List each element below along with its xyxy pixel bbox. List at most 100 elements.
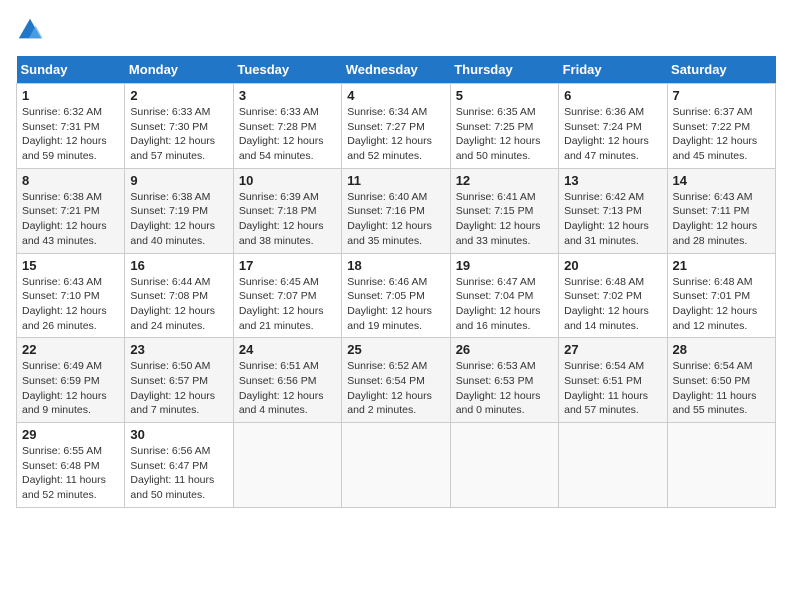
weekday-header-monday: Monday <box>125 56 233 84</box>
day-info: Sunrise: 6:33 AMSunset: 7:28 PMDaylight:… <box>239 105 336 164</box>
day-info: Sunrise: 6:33 AMSunset: 7:30 PMDaylight:… <box>130 105 227 164</box>
calendar-cell: 22 Sunrise: 6:49 AMSunset: 6:59 PMDayligh… <box>17 338 125 423</box>
calendar-cell: 25 Sunrise: 6:52 AMSunset: 6:54 PMDayligh… <box>342 338 450 423</box>
weekday-header-friday: Friday <box>559 56 667 84</box>
day-info: Sunrise: 6:35 AMSunset: 7:25 PMDaylight:… <box>456 105 553 164</box>
calendar-week-row: 22 Sunrise: 6:49 AMSunset: 6:59 PMDayligh… <box>17 338 776 423</box>
day-number: 30 <box>130 427 227 442</box>
calendar-cell: 24Sunrise: 6:51 AMSunset: 6:56 PMDayligh… <box>233 338 341 423</box>
day-info: Sunrise: 6:49 AMSunset: 6:59 PMDaylight:… <box>22 359 119 418</box>
day-number: 8 <box>22 173 119 188</box>
calendar-cell: 28 Sunrise: 6:54 AMSunset: 6:50 PMDayligh… <box>667 338 775 423</box>
weekday-header-thursday: Thursday <box>450 56 558 84</box>
logo <box>16 16 48 44</box>
calendar-week-row: 15 Sunrise: 6:43 AMSunset: 7:10 PMDayligh… <box>17 253 776 338</box>
calendar-cell: 21 Sunrise: 6:48 AMSunset: 7:01 PMDayligh… <box>667 253 775 338</box>
calendar-cell: 1 Sunrise: 6:32 AMSunset: 7:31 PMDaylight… <box>17 84 125 169</box>
day-number: 23 <box>130 342 227 357</box>
day-info: Sunrise: 6:53 AMSunset: 6:53 PMDaylight:… <box>456 359 553 418</box>
day-info: Sunrise: 6:42 AMSunset: 7:13 PMDaylight:… <box>564 190 661 249</box>
weekday-header-sunday: Sunday <box>17 56 125 84</box>
calendar-cell: 7Sunrise: 6:37 AMSunset: 7:22 PMDaylight… <box>667 84 775 169</box>
calendar-cell: 5Sunrise: 6:35 AMSunset: 7:25 PMDaylight… <box>450 84 558 169</box>
calendar-cell: 9 Sunrise: 6:38 AMSunset: 7:19 PMDaylight… <box>125 168 233 253</box>
day-number: 28 <box>673 342 770 357</box>
day-number: 4 <box>347 88 444 103</box>
calendar-table: SundayMondayTuesdayWednesdayThursdayFrid… <box>16 56 776 508</box>
calendar-cell: 16Sunrise: 6:44 AMSunset: 7:08 PMDayligh… <box>125 253 233 338</box>
weekday-header-tuesday: Tuesday <box>233 56 341 84</box>
calendar-cell <box>233 423 341 508</box>
calendar-cell: 15 Sunrise: 6:43 AMSunset: 7:10 PMDayligh… <box>17 253 125 338</box>
calendar-cell: 6 Sunrise: 6:36 AMSunset: 7:24 PMDaylight… <box>559 84 667 169</box>
day-number: 6 <box>564 88 661 103</box>
day-info: Sunrise: 6:55 AMSunset: 6:48 PMDaylight:… <box>22 444 119 503</box>
day-number: 7 <box>673 88 770 103</box>
day-number: 25 <box>347 342 444 357</box>
calendar-week-row: 1 Sunrise: 6:32 AMSunset: 7:31 PMDaylight… <box>17 84 776 169</box>
day-info: Sunrise: 6:41 AMSunset: 7:15 PMDaylight:… <box>456 190 553 249</box>
day-number: 1 <box>22 88 119 103</box>
calendar-cell: 19 Sunrise: 6:47 AMSunset: 7:04 PMDayligh… <box>450 253 558 338</box>
day-number: 26 <box>456 342 553 357</box>
day-number: 22 <box>22 342 119 357</box>
day-number: 29 <box>22 427 119 442</box>
calendar-cell: 17 Sunrise: 6:45 AMSunset: 7:07 PMDayligh… <box>233 253 341 338</box>
day-info: Sunrise: 6:56 AMSunset: 6:47 PMDaylight:… <box>130 444 227 503</box>
day-info: Sunrise: 6:43 AMSunset: 7:10 PMDaylight:… <box>22 275 119 334</box>
day-number: 2 <box>130 88 227 103</box>
day-info: Sunrise: 6:32 AMSunset: 7:31 PMDaylight:… <box>22 105 119 164</box>
day-number: 24 <box>239 342 336 357</box>
day-number: 18 <box>347 258 444 273</box>
day-info: Sunrise: 6:47 AMSunset: 7:04 PMDaylight:… <box>456 275 553 334</box>
calendar-cell <box>450 423 558 508</box>
page-header <box>16 16 776 44</box>
calendar-cell: 14Sunrise: 6:43 AMSunset: 7:11 PMDayligh… <box>667 168 775 253</box>
calendar-cell: 27Sunrise: 6:54 AMSunset: 6:51 PMDayligh… <box>559 338 667 423</box>
day-info: Sunrise: 6:34 AMSunset: 7:27 PMDaylight:… <box>347 105 444 164</box>
day-info: Sunrise: 6:48 AMSunset: 7:01 PMDaylight:… <box>673 275 770 334</box>
calendar-cell: 13 Sunrise: 6:42 AMSunset: 7:13 PMDayligh… <box>559 168 667 253</box>
day-number: 13 <box>564 173 661 188</box>
logo-icon <box>16 16 44 44</box>
calendar-cell <box>667 423 775 508</box>
calendar-cell: 20 Sunrise: 6:48 AMSunset: 7:02 PMDayligh… <box>559 253 667 338</box>
day-number: 15 <box>22 258 119 273</box>
day-number: 14 <box>673 173 770 188</box>
day-info: Sunrise: 6:45 AMSunset: 7:07 PMDaylight:… <box>239 275 336 334</box>
day-number: 9 <box>130 173 227 188</box>
calendar-cell: 23 Sunrise: 6:50 AMSunset: 6:57 PMDayligh… <box>125 338 233 423</box>
day-number: 27 <box>564 342 661 357</box>
day-number: 10 <box>239 173 336 188</box>
day-number: 3 <box>239 88 336 103</box>
weekday-header-saturday: Saturday <box>667 56 775 84</box>
day-info: Sunrise: 6:46 AMSunset: 7:05 PMDaylight:… <box>347 275 444 334</box>
day-info: Sunrise: 6:38 AMSunset: 7:19 PMDaylight:… <box>130 190 227 249</box>
day-info: Sunrise: 6:40 AMSunset: 7:16 PMDaylight:… <box>347 190 444 249</box>
day-info: Sunrise: 6:48 AMSunset: 7:02 PMDaylight:… <box>564 275 661 334</box>
calendar-cell: 26 Sunrise: 6:53 AMSunset: 6:53 PMDayligh… <box>450 338 558 423</box>
day-info: Sunrise: 6:52 AMSunset: 6:54 PMDaylight:… <box>347 359 444 418</box>
calendar-week-row: 8 Sunrise: 6:38 AMSunset: 7:21 PMDaylight… <box>17 168 776 253</box>
calendar-cell <box>559 423 667 508</box>
calendar-cell: 4 Sunrise: 6:34 AMSunset: 7:27 PMDaylight… <box>342 84 450 169</box>
day-number: 21 <box>673 258 770 273</box>
day-number: 20 <box>564 258 661 273</box>
day-number: 12 <box>456 173 553 188</box>
weekday-header-wednesday: Wednesday <box>342 56 450 84</box>
day-number: 17 <box>239 258 336 273</box>
day-info: Sunrise: 6:50 AMSunset: 6:57 PMDaylight:… <box>130 359 227 418</box>
calendar-cell: 11 Sunrise: 6:40 AMSunset: 7:16 PMDayligh… <box>342 168 450 253</box>
calendar-cell: 29 Sunrise: 6:55 AMSunset: 6:48 PMDayligh… <box>17 423 125 508</box>
calendar-body: 1 Sunrise: 6:32 AMSunset: 7:31 PMDaylight… <box>17 84 776 508</box>
calendar-cell: 8 Sunrise: 6:38 AMSunset: 7:21 PMDaylight… <box>17 168 125 253</box>
day-number: 11 <box>347 173 444 188</box>
day-info: Sunrise: 6:36 AMSunset: 7:24 PMDaylight:… <box>564 105 661 164</box>
calendar-cell: 2 Sunrise: 6:33 AMSunset: 7:30 PMDaylight… <box>125 84 233 169</box>
day-number: 19 <box>456 258 553 273</box>
calendar-cell: 10Sunrise: 6:39 AMSunset: 7:18 PMDayligh… <box>233 168 341 253</box>
day-info: Sunrise: 6:38 AMSunset: 7:21 PMDaylight:… <box>22 190 119 249</box>
calendar-week-row: 29 Sunrise: 6:55 AMSunset: 6:48 PMDayligh… <box>17 423 776 508</box>
day-info: Sunrise: 6:54 AMSunset: 6:50 PMDaylight:… <box>673 359 770 418</box>
calendar-cell: 3 Sunrise: 6:33 AMSunset: 7:28 PMDaylight… <box>233 84 341 169</box>
